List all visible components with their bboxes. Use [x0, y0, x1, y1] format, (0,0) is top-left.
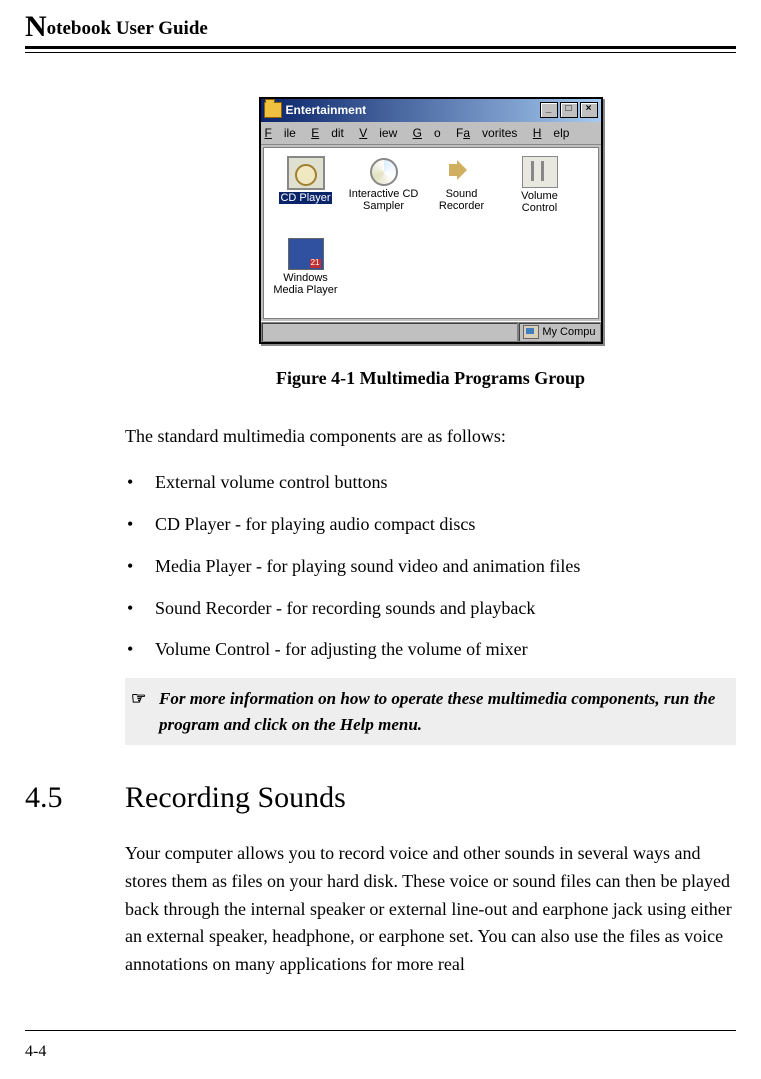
icon-cd-player[interactable]: CD Player: [270, 156, 342, 234]
list-item: External volume control buttons: [125, 469, 736, 497]
header-dropcap: N: [25, 10, 47, 43]
icon-cd-sampler[interactable]: Interactive CD Sampler: [348, 156, 420, 234]
window-entertainment: Entertainment _ □ × File Edit View Go Fa…: [259, 97, 603, 344]
intro-paragraph: The standard multimedia components are a…: [125, 423, 736, 451]
speaker-icon: [445, 156, 479, 186]
wmp-icon: [288, 238, 324, 270]
icon-volume-control[interactable]: Volume Control: [504, 156, 576, 234]
status-text: My Compu: [542, 324, 595, 341]
icon-label: Volume Control: [521, 190, 558, 214]
menu-edit[interactable]: Edit: [311, 126, 344, 140]
list-item: Sound Recorder - for recording sounds an…: [125, 595, 736, 623]
note-box: ☞ For more information on how to operate…: [125, 678, 736, 745]
menu-file[interactable]: File: [265, 126, 296, 140]
section-body: Your computer allows you to record voice…: [125, 840, 736, 979]
section-title: Recording Sounds: [125, 775, 346, 822]
header-rule: [25, 46, 736, 53]
page-number: 4-4: [25, 1043, 46, 1061]
footer-rule: [25, 1030, 736, 1031]
menu-go[interactable]: Go: [413, 126, 441, 140]
list-item: Media Player - for playing sound video a…: [125, 553, 736, 581]
folder-icon: [264, 102, 282, 118]
icon-wmp[interactable]: Windows Media Player: [270, 238, 342, 316]
window-title: Entertainment: [286, 101, 367, 120]
list-item: Volume Control - for adjusting the volum…: [125, 636, 736, 664]
content-area: Entertainment _ □ × File Edit View Go Fa…: [125, 97, 736, 979]
statusbar: My Compu: [261, 321, 601, 342]
header-rest: otebook User Guide: [47, 18, 208, 39]
minimize-button[interactable]: _: [540, 102, 558, 118]
icon-label: Sound Recorder: [439, 188, 484, 212]
figure-caption: Figure 4-1 Multimedia Programs Group: [125, 365, 736, 393]
section-heading: 4.5 Recording Sounds: [25, 775, 736, 822]
menu-help[interactable]: Help: [533, 126, 570, 140]
note-text: For more information on how to operate t…: [159, 689, 715, 734]
pointing-hand-icon: ☞: [131, 686, 146, 712]
menu-favorites[interactable]: Favorites: [456, 126, 517, 140]
bullet-list: External volume control buttons CD Playe…: [125, 469, 736, 664]
slider-icon: [522, 156, 558, 188]
disc-icon: [367, 156, 401, 186]
menubar: File Edit View Go Favorites Help: [261, 122, 601, 146]
figure: Entertainment _ □ × File Edit View Go Fa…: [125, 97, 736, 351]
section-number: 4.5: [25, 775, 125, 822]
maximize-button[interactable]: □: [560, 102, 578, 118]
my-computer-icon: [523, 325, 539, 339]
close-button[interactable]: ×: [580, 102, 598, 118]
window-buttons: _ □ ×: [540, 102, 598, 118]
titlebar: Entertainment _ □ ×: [261, 99, 601, 122]
icon-label: Windows Media Player: [273, 272, 337, 296]
page-header: Notebook User Guide: [25, 10, 736, 57]
icon-label: CD Player: [279, 192, 331, 204]
menu-view[interactable]: View: [359, 126, 397, 140]
status-cell-right: My Compu: [518, 322, 600, 342]
icon-label: Interactive CD Sampler: [349, 188, 419, 212]
icon-sound-recorder[interactable]: Sound Recorder: [426, 156, 498, 234]
cd-player-icon: [287, 156, 325, 190]
icon-area: CD Player Interactive CD Sampler Sound R…: [263, 147, 599, 319]
status-cell-left: [261, 322, 519, 342]
list-item: CD Player - for playing audio compact di…: [125, 511, 736, 539]
